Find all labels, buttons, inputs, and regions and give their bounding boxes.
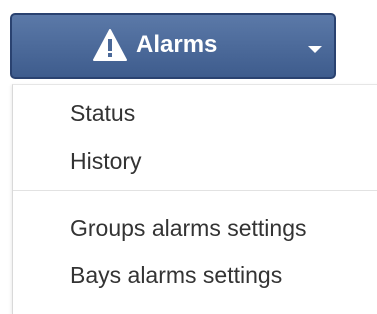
menu-item-groups-alarms-settings[interactable]: Groups alarms settings — [70, 213, 306, 243]
warning-icon — [93, 29, 127, 61]
alarms-dropdown-button[interactable]: Alarms — [10, 13, 336, 79]
alarms-dropdown-menu: Status History Groups alarms settings Ba… — [12, 84, 377, 314]
menu-divider — [13, 190, 377, 191]
menu-item-history[interactable]: History — [70, 146, 142, 176]
alarms-button-label: Alarms — [136, 31, 218, 58]
menu-item-status[interactable]: Status — [70, 98, 135, 128]
caret-down-icon — [308, 46, 322, 53]
menu-item-bays-alarms-settings[interactable]: Bays alarms settings — [70, 260, 282, 290]
